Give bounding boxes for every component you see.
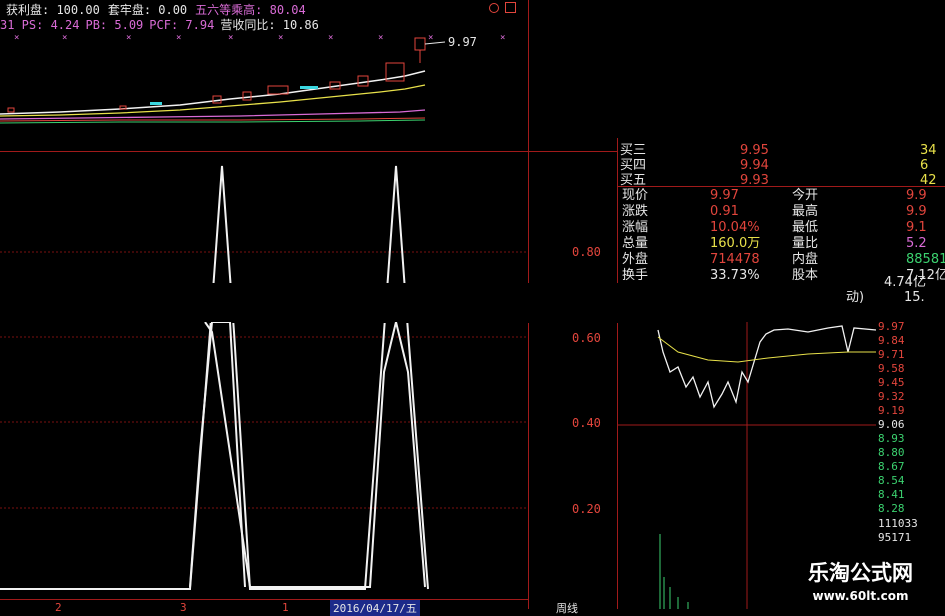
price-tick: 9.71	[878, 348, 905, 361]
volume-tick-2: 95171	[878, 531, 912, 544]
price-tick: 9.19	[878, 404, 905, 417]
bid-vol: 34	[920, 143, 937, 158]
svg-text:×: ×	[126, 33, 131, 43]
stat-v2: 5.2	[906, 236, 927, 251]
stat-v1: 10.04%	[710, 220, 760, 235]
stat-v2: 9.9	[906, 204, 927, 219]
price-tick: 8.93	[878, 432, 905, 445]
price-tick: 8.54	[878, 474, 905, 487]
price-tick: 8.41	[878, 488, 905, 501]
stat-l1: 换手	[622, 268, 649, 283]
intraday-avg	[657, 336, 876, 363]
bid-name: 买三	[620, 143, 647, 158]
watermark-box: 乐淘公式网 www.60lt.com	[776, 553, 945, 609]
bid-price: 9.95	[740, 143, 769, 158]
candle-cyan-2	[300, 86, 318, 89]
footer-date[interactable]: 2016/04/17/五	[330, 600, 420, 616]
svg-text:×: ×	[500, 33, 505, 43]
stat-l1: 涨跌	[622, 204, 649, 219]
svg-text:×: ×	[228, 33, 233, 43]
svg-text:×: ×	[278, 33, 283, 43]
svg-text:×: ×	[378, 33, 383, 43]
price-tick: 9.06	[878, 418, 905, 431]
stat-v1: 714478	[710, 252, 760, 267]
last-price-label: 9.97	[448, 35, 477, 49]
watermark-title: 乐淘公式网	[808, 561, 913, 585]
price-tick: 9.32	[878, 390, 905, 403]
y-tick-080: 0.80	[572, 245, 601, 259]
stat-v1: 9.97	[710, 188, 739, 203]
bid-name: 买四	[620, 158, 647, 173]
price-tick: 8.28	[878, 502, 905, 515]
price-tick: 9.58	[878, 362, 905, 375]
price-tick: 9.84	[878, 334, 905, 347]
svg-text:×: ×	[428, 33, 433, 43]
intraday-price	[657, 325, 876, 409]
signal-markers: × × × × × × × × × ×	[14, 33, 505, 43]
footer-period[interactable]: 周线	[556, 600, 578, 616]
svg-text:×: ×	[62, 33, 67, 43]
y-tick-020: 0.20	[572, 502, 601, 516]
header-stat: 五六等乘高: 80.04	[195, 3, 306, 17]
stat-v1: 160.0万	[710, 236, 761, 251]
indicator-chart-lower	[189, 322, 426, 588]
svg-text:×: ×	[176, 33, 181, 43]
divider-kline-right	[528, 151, 618, 152]
stat-v2: 88581	[906, 252, 945, 267]
stat-v1: 33.73%	[710, 268, 760, 283]
stat-v1: 0.91	[710, 204, 739, 219]
stat-v2: 9.9	[906, 188, 927, 203]
watermark-url: www.60lt.com	[812, 589, 909, 603]
stat-l2: 量比	[792, 236, 819, 251]
stat-l1: 总量	[622, 236, 649, 251]
stat-l1: 现价	[622, 188, 649, 203]
square-icon[interactable]	[505, 2, 516, 13]
footer-num-1: 2	[55, 601, 62, 614]
stat-l1: 涨幅	[622, 220, 649, 235]
price-tick: 8.80	[878, 446, 905, 459]
stat-v2: 9.1	[906, 220, 927, 235]
header-stat: 获利盘: 100.00	[6, 3, 100, 17]
stat-l2: 股本	[792, 268, 819, 283]
footer-num-2: 3	[180, 601, 187, 614]
volume-tick-1: 111033	[878, 517, 918, 530]
svg-text:×: ×	[328, 33, 333, 43]
footer-divider	[0, 599, 528, 600]
bid-price: 9.94	[740, 158, 769, 173]
stat-l2: 内盘	[792, 252, 819, 267]
header-stat: 套牢盘: 0.00	[107, 3, 188, 17]
volume-bars	[659, 534, 689, 609]
overlay-band	[0, 283, 945, 323]
bid-vol: 6	[920, 158, 929, 173]
price-tick: 8.67	[878, 460, 905, 473]
stat-l2: 最高	[792, 204, 819, 219]
footer-num-3: 1	[282, 601, 289, 614]
stat-l2: 今开	[792, 188, 819, 203]
y-tick-060: 0.60	[572, 331, 601, 345]
circle-icon[interactable]	[489, 3, 499, 13]
stock-terminal: { "header": { "line1": [ {"label": "获利盘:…	[0, 0, 945, 616]
price-tick: 9.97	[878, 320, 905, 333]
svg-text:×: ×	[14, 33, 19, 43]
candle-cyan	[150, 102, 162, 105]
stat-l1: 外盘	[622, 252, 649, 267]
y-tick-040: 0.40	[572, 416, 601, 430]
price-tick: 9.45	[878, 376, 905, 389]
stat-l2: 最低	[792, 220, 819, 235]
quote-divider	[618, 186, 945, 187]
